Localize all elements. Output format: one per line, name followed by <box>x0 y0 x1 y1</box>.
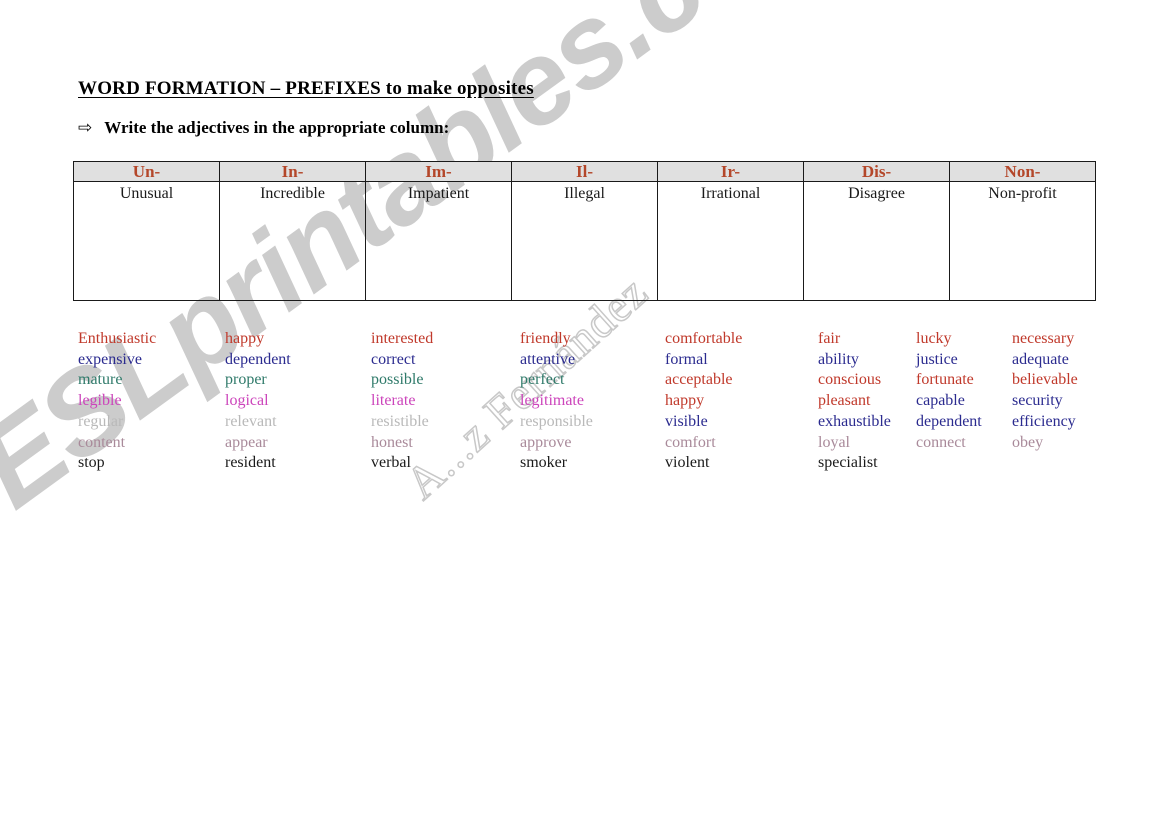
word-column-7: lucky justice fortunate capable dependent con… <box>916 329 982 453</box>
example-word-in: Incredible <box>260 185 325 202</box>
table-header-row: Un- In- Im- Il- Ir- Dis- Non- <box>73 161 1096 182</box>
word-item[interactable]: perfect <box>520 370 593 391</box>
column-header-im: Im- <box>365 161 512 182</box>
word-item[interactable]: stop <box>78 453 156 474</box>
example-word-dis: Disagree <box>848 185 905 202</box>
word-item[interactable]: fortunate <box>916 370 982 391</box>
column-header-dis: Dis- <box>803 161 950 182</box>
word-item[interactable]: legible <box>78 391 156 412</box>
word-item[interactable]: acceptable <box>665 370 742 391</box>
word-item[interactable]: smoker <box>520 453 593 474</box>
word-item[interactable]: interested <box>371 329 433 350</box>
word-item[interactable]: relevant <box>225 412 291 433</box>
word-item[interactable]: responsible <box>520 412 593 433</box>
word-item[interactable]: visible <box>665 412 742 433</box>
word-item[interactable]: mature <box>78 370 156 391</box>
word-item[interactable]: correct <box>371 350 433 371</box>
answer-cell-un[interactable]: Unusual <box>73 181 220 301</box>
word-item[interactable]: logical <box>225 391 291 412</box>
column-header-un: Un- <box>73 161 220 182</box>
word-item[interactable]: possible <box>371 370 433 391</box>
word-column-5: comfortable formal acceptable happy visible c… <box>665 329 742 474</box>
word-item[interactable]: loyal <box>818 433 891 454</box>
answer-cell-il[interactable]: Illegal <box>511 181 658 301</box>
word-item[interactable]: honest <box>371 433 433 454</box>
word-item[interactable]: specialist <box>818 453 891 474</box>
example-word-ir: Irrational <box>700 185 761 202</box>
word-column-3: interested correct possible literate resisti… <box>371 329 433 474</box>
answer-cell-im[interactable]: Impatient <box>365 181 512 301</box>
word-item[interactable]: pleasant <box>818 391 891 412</box>
word-item[interactable]: content <box>78 433 156 454</box>
word-item[interactable]: comfort <box>665 433 742 454</box>
column-header-ir: Ir- <box>657 161 804 182</box>
column-header-non: Non- <box>949 161 1096 182</box>
word-item[interactable]: Enthusiastic <box>78 329 156 350</box>
answer-cell-in[interactable]: Incredible <box>219 181 366 301</box>
example-word-il: Illegal <box>564 185 605 202</box>
word-item[interactable]: security <box>1012 391 1078 412</box>
word-item[interactable]: happy <box>225 329 291 350</box>
rightwards-arrow-icon: ⇨ <box>78 118 93 138</box>
word-item[interactable]: obey <box>1012 433 1078 454</box>
word-item[interactable]: necessary <box>1012 329 1078 350</box>
word-item[interactable]: dependent <box>916 412 982 433</box>
word-item[interactable]: believable <box>1012 370 1078 391</box>
word-item[interactable]: capable <box>916 391 982 412</box>
word-item[interactable]: literate <box>371 391 433 412</box>
word-bank: Enthusiastic expensive mature legible regula… <box>78 329 1118 479</box>
word-item[interactable]: proper <box>225 370 291 391</box>
word-item[interactable]: connect <box>916 433 982 454</box>
answer-cell-ir[interactable]: Irrational <box>657 181 804 301</box>
table-answer-row: Unusual Incredible Impatient Illegal Irr… <box>73 181 1096 301</box>
example-word-im: Impatient <box>407 185 470 202</box>
word-item[interactable]: approve <box>520 433 593 454</box>
word-item[interactable]: resident <box>225 453 291 474</box>
word-item[interactable]: conscious <box>818 370 891 391</box>
column-header-il: Il- <box>511 161 658 182</box>
word-item[interactable]: friendly <box>520 329 593 350</box>
word-item[interactable]: efficiency <box>1012 412 1078 433</box>
word-item[interactable]: verbal <box>371 453 433 474</box>
word-item[interactable]: formal <box>665 350 742 371</box>
word-item[interactable]: resistible <box>371 412 433 433</box>
word-item[interactable]: exhaustible <box>818 412 891 433</box>
worksheet-page: ESLprintables.com A...z Fernández WORD F… <box>0 0 1169 821</box>
word-item[interactable]: violent <box>665 453 742 474</box>
word-item[interactable]: dependent <box>225 350 291 371</box>
word-item[interactable]: attentive <box>520 350 593 371</box>
example-word-un: Unusual <box>119 185 174 202</box>
word-item[interactable]: adequate <box>1012 350 1078 371</box>
instruction-line: ⇨ Write the adjectives in the appropriat… <box>78 118 449 138</box>
word-item[interactable]: expensive <box>78 350 156 371</box>
answer-cell-dis[interactable]: Disagree <box>803 181 950 301</box>
word-item[interactable]: justice <box>916 350 982 371</box>
word-item[interactable]: comfortable <box>665 329 742 350</box>
prefix-table: Un- In- Im- Il- Ir- Dis- Non- Unusual In… <box>73 161 1096 301</box>
instruction-text: Write the adjectives in the appropriate … <box>104 118 450 137</box>
word-item[interactable]: happy <box>665 391 742 412</box>
word-item[interactable]: appear <box>225 433 291 454</box>
word-item[interactable]: fair <box>818 329 891 350</box>
word-column-4: friendly attentive perfect legitimate respon… <box>520 329 593 474</box>
example-word-non: Non-profit <box>988 185 1057 202</box>
word-item[interactable]: legitimate <box>520 391 593 412</box>
word-item[interactable]: ability <box>818 350 891 371</box>
word-column-1: Enthusiastic expensive mature legible regula… <box>78 329 156 474</box>
word-column-6: fair ability conscious pleasant exhaustible l… <box>818 329 891 474</box>
word-column-8: necessary adequate believable security effic… <box>1012 329 1078 453</box>
word-column-2: happy dependent proper logical relevant appea… <box>225 329 291 474</box>
page-title: WORD FORMATION – PREFIXES to make opposi… <box>78 78 534 99</box>
word-item[interactable]: lucky <box>916 329 982 350</box>
word-item[interactable]: regular <box>78 412 156 433</box>
column-header-in: In- <box>219 161 366 182</box>
answer-cell-non[interactable]: Non-profit <box>949 181 1096 301</box>
